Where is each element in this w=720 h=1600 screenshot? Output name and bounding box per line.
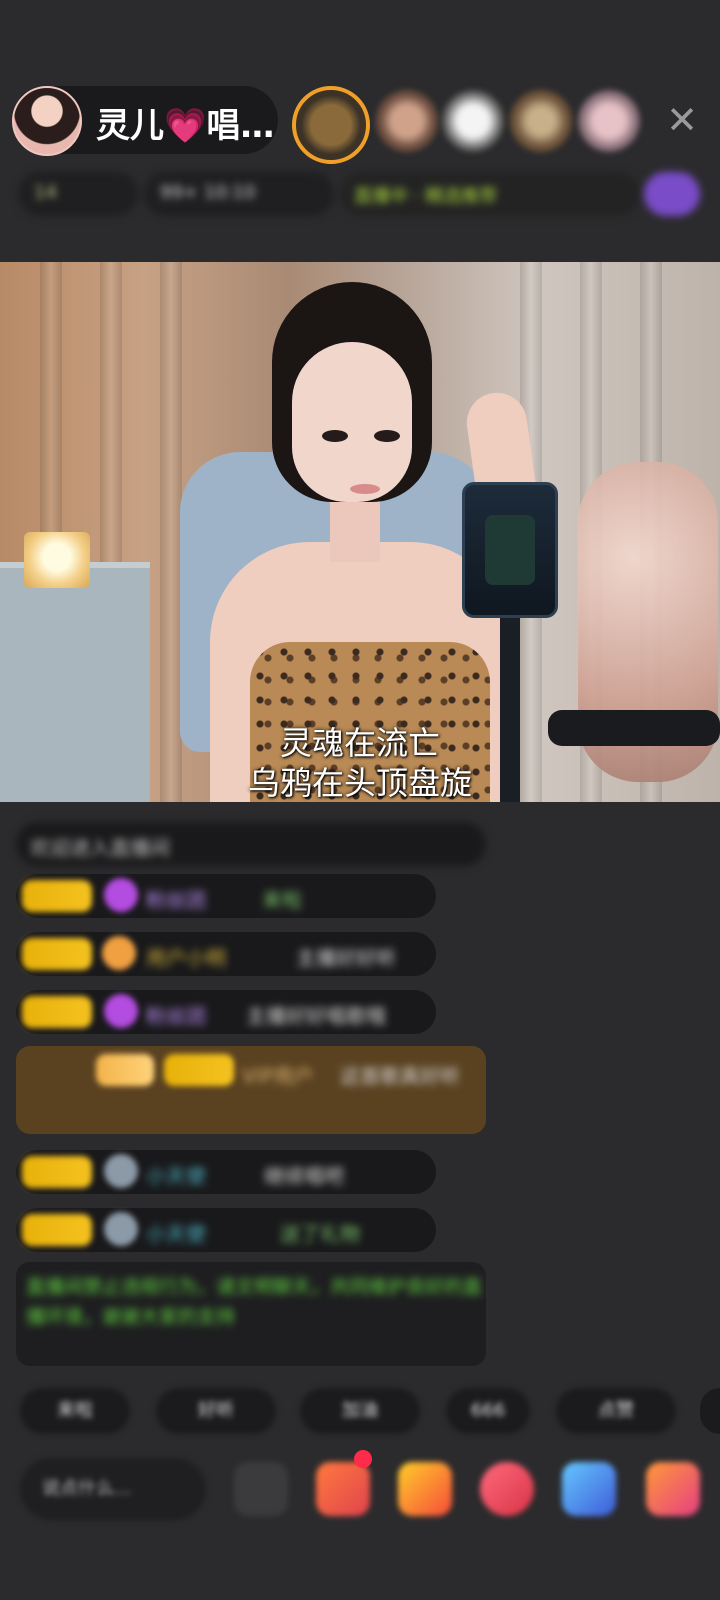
- quick-reply-more[interactable]: [700, 1388, 720, 1434]
- chat-text: 送了礼物: [280, 1222, 360, 1246]
- eye: [322, 430, 348, 442]
- fan-badge: [164, 1054, 234, 1086]
- chat-notice-text: 欢迎进入直播间: [30, 836, 170, 860]
- info-chip-hot-text: 14: [34, 182, 57, 203]
- chat-notice: 欢迎进入直播间: [16, 822, 486, 866]
- info-chip-hot[interactable]: 14: [18, 172, 138, 216]
- share-icon[interactable]: [562, 1462, 616, 1516]
- chat-username[interactable]: 粉丝团: [146, 1000, 206, 1029]
- host-avatar[interactable]: [12, 86, 82, 156]
- info-chip-rank[interactable]: 99+ 10:10: [144, 172, 334, 216]
- chat-input[interactable]: 说点什么...: [20, 1458, 206, 1520]
- emoji-icon[interactable]: [234, 1462, 288, 1516]
- chat-text: 主播好好唱歌哦: [246, 1004, 386, 1028]
- notification-dot: [354, 1450, 372, 1468]
- gift-icon[interactable]: [646, 1462, 700, 1516]
- fan-badge: [22, 996, 92, 1028]
- fan-badge: [22, 938, 92, 970]
- vip-badge: [96, 1054, 154, 1086]
- heart-icon[interactable]: [480, 1462, 534, 1516]
- fan-badge: [22, 880, 92, 912]
- top-viewer-avatar-4[interactable]: [510, 90, 572, 152]
- gem-icon: [104, 878, 138, 912]
- info-chip-rank-text: 99+ 10:10: [160, 182, 256, 203]
- lyric-line-2: 乌鸦在头顶盘旋: [247, 764, 472, 802]
- quick-reply-4[interactable]: 666: [446, 1388, 530, 1434]
- info-chip-more[interactable]: [644, 172, 700, 216]
- chat-username[interactable]: 粉丝团: [146, 884, 206, 913]
- top-viewer-avatar-5[interactable]: [578, 90, 640, 152]
- gem-icon: [104, 994, 138, 1028]
- lamp: [24, 532, 90, 588]
- chat-text: 继续唱吧: [264, 1164, 344, 1188]
- chat-text: 主播好好听: [296, 946, 396, 970]
- chat-username[interactable]: 小天使: [146, 1160, 206, 1189]
- lips: [350, 484, 380, 494]
- eye: [374, 430, 400, 442]
- top-viewer-avatar-2[interactable]: [376, 90, 438, 152]
- fan-badge: [22, 1156, 92, 1188]
- chicken-icon: [102, 936, 136, 970]
- quick-reply-1[interactable]: 来啦: [20, 1388, 130, 1434]
- system-notice-text: 直播间禁止违规行为，请文明聊天，共同维护良好的直播环境，谢谢大家的支持: [26, 1276, 483, 1328]
- close-icon[interactable]: ✕: [662, 100, 702, 140]
- live-video[interactable]: 灵魂在流亡 乌鸦在头顶盘旋: [0, 262, 720, 802]
- quick-reply-5[interactable]: 点赞: [556, 1388, 676, 1434]
- microphone: [462, 482, 558, 618]
- chat-username[interactable]: 用户小明: [146, 942, 226, 971]
- chat-text: 这首歌真好听: [340, 1064, 460, 1088]
- chat-username[interactable]: 小天使: [146, 1218, 206, 1247]
- host-name[interactable]: 灵儿💗唱…: [96, 98, 274, 147]
- chat-username[interactable]: VIP用户: [242, 1060, 314, 1089]
- info-chip-tags-text: 直播中 · 精选推荐: [354, 186, 498, 207]
- fan-badge: [22, 1214, 92, 1246]
- gift-box-icon[interactable]: [316, 1462, 370, 1516]
- red-packet-icon[interactable]: [398, 1462, 452, 1516]
- top-viewer-avatar-1[interactable]: [292, 86, 370, 164]
- angel-icon: [104, 1212, 138, 1246]
- quick-reply-2[interactable]: 好听: [156, 1388, 276, 1434]
- angel-icon: [104, 1154, 138, 1188]
- info-chip-tags[interactable]: 直播中 · 精选推荐: [340, 172, 640, 216]
- top-viewer-avatar-3[interactable]: [442, 90, 504, 152]
- quick-reply-3[interactable]: 加油: [300, 1388, 420, 1434]
- room-info-bar: 14 99+ 10:10 直播中 · 精选推荐: [18, 172, 700, 218]
- chat-text: 来啦: [262, 888, 302, 912]
